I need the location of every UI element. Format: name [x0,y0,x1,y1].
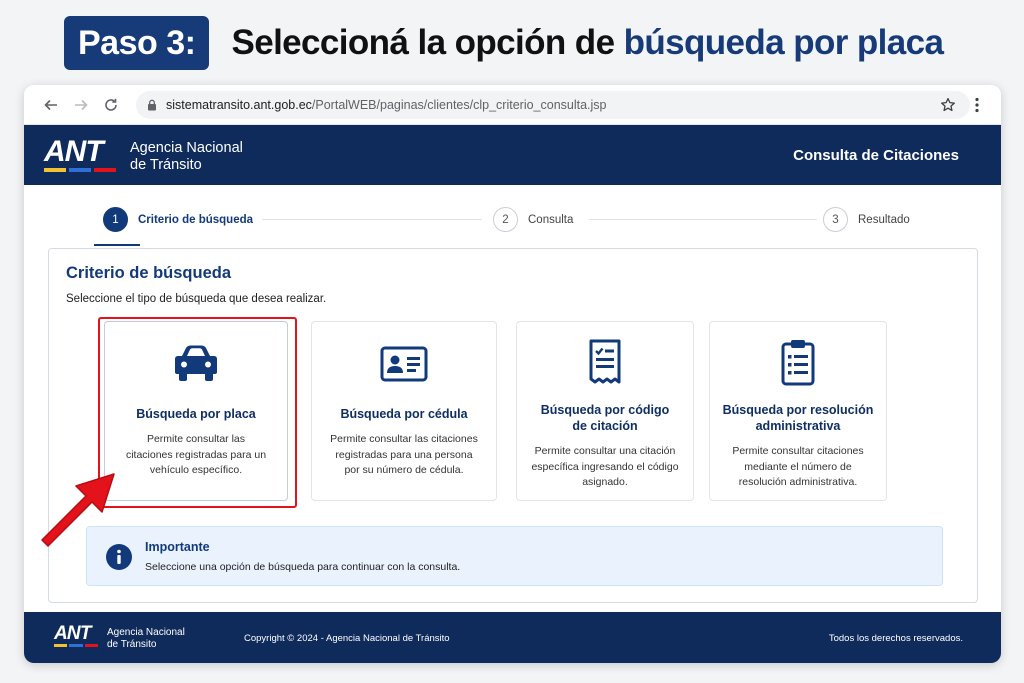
card-description: Permite consultar citaciones mediante el… [732,445,864,488]
step-resultado[interactable]: 3 Resultado [823,207,910,232]
tutorial-headline: Paso 3: Seleccioná la opción de búsqueda… [64,16,944,70]
browser-toolbar: sistematransito.ant.gob.ec/PortalWEB/pag… [24,85,1001,125]
card-title: Búsqueda por resolución administrativa [722,403,874,433]
footer-agency-name: Agencia Nacional de Tránsito [107,627,185,651]
address-bar[interactable]: sistematransito.ant.gob.ec/PortalWEB/pag… [136,91,970,119]
logo-stripe-red [84,644,98,647]
site-header: ANT Agencia Nacional de Tránsito Consult… [24,125,1001,185]
card-busqueda-codigo[interactable]: Búsqueda por código de citación Permite … [516,321,694,501]
card-description: Permite consultar las citaciones registr… [125,433,267,476]
agency-name: Agencia Nacional de Tránsito [130,140,243,174]
step-connector [589,219,817,220]
ant-logo[interactable]: ANT [44,137,116,173]
footer-agency-line1: Agencia Nacional [107,627,185,638]
important-notice: Importante Seleccione una opción de búsq… [86,526,943,586]
logo-stripe-red [94,168,116,172]
step-label: Criterio de búsqueda [138,213,254,226]
step-label: Consulta [528,213,574,226]
step-consulta[interactable]: 2 Consulta [493,207,573,232]
footer-agency-line2: de Tránsito [107,639,157,650]
lock-icon [148,99,156,111]
step-connector [262,219,482,220]
reload-button[interactable] [96,90,126,120]
stepper: 1 Criterio de búsqueda 2 Consulta 3 Resu… [24,185,1001,246]
footer-logo-text: ANT [54,623,91,644]
card-title: Búsqueda por cédula [340,407,468,421]
forward-button[interactable] [66,90,96,120]
back-button[interactable] [36,90,66,120]
browser-window: sistematransito.ant.gob.ec/PortalWEB/pag… [24,85,1001,663]
agency-line1: Agencia Nacional [130,140,243,156]
star-icon[interactable] [940,97,956,113]
logo-stripe-yellow [44,168,66,172]
url-host: sistematransito.ant.gob.ec [166,98,312,112]
card-busqueda-cedula[interactable]: Búsqueda por cédula Permite consultar la… [311,321,497,501]
notice-title: Importante [145,540,210,554]
headline-highlight: búsqueda por placa [623,23,944,62]
active-step-underline [94,244,140,246]
footer-logo-stripes [54,644,98,647]
logo-text: ANT [44,135,104,168]
logo-stripes [44,168,116,172]
info-icon [106,544,132,570]
footer-ant-logo: ANT [54,624,98,650]
step-label: Resultado [858,213,910,226]
card-title: Búsqueda por código de citación [540,403,670,433]
panel-title: Criterio de búsqueda [66,264,232,282]
logo-stripe-blue [69,168,91,172]
step-criterio[interactable]: 1 Criterio de búsqueda [103,207,253,232]
reload-icon [105,98,117,111]
car-icon [175,345,217,381]
panel-subtitle: Seleccione el tipo de búsqueda que desea… [66,293,327,305]
headline-prefix: Seleccioná la opción de [231,23,624,62]
receipt-icon [589,339,621,384]
arrow-right-icon [75,99,88,110]
card-description: Permite consultar las citaciones registr… [330,433,478,476]
logo-stripe-yellow [54,644,68,647]
id-card-icon [380,346,428,382]
more-vert-icon[interactable] [969,97,985,113]
logo-stripe-blue [69,644,83,647]
step-number: 3 [823,207,848,232]
url-path: /PortalWEB/paginas/clientes/clp_criterio… [311,98,607,112]
step-badge: Paso 3: [64,16,210,70]
card-description: Permite consultar una citación específic… [531,445,679,488]
card-title: Búsqueda por placa [136,407,256,421]
card-busqueda-placa[interactable]: Búsqueda por placa Permite consultar las… [104,321,288,501]
clipboard-icon [781,340,815,386]
arrow-left-icon [44,99,57,110]
header-title: Consulta de Citaciones [793,147,959,164]
url-text: sistematransito.ant.gob.ec/PortalWEB/pag… [166,98,607,112]
agency-line2: de Tránsito [130,157,202,173]
headline-text: Seleccioná la opción de búsqueda por pla… [231,23,944,63]
criteria-panel: Criterio de búsqueda Seleccione el tipo … [48,248,978,603]
notice-text: Seleccione una opción de búsqueda para c… [145,561,461,573]
rights-text: Todos los derechos reservados. [828,633,963,644]
site-footer: ANT Agencia Nacional de Tránsito Copyrig… [24,612,1001,663]
copyright-text: Copyright © 2024 - Agencia Nacional de T… [244,633,450,644]
step-number: 1 [103,207,128,232]
card-busqueda-resolucion[interactable]: Búsqueda por resolución administrativa P… [709,321,887,501]
step-number: 2 [493,207,518,232]
